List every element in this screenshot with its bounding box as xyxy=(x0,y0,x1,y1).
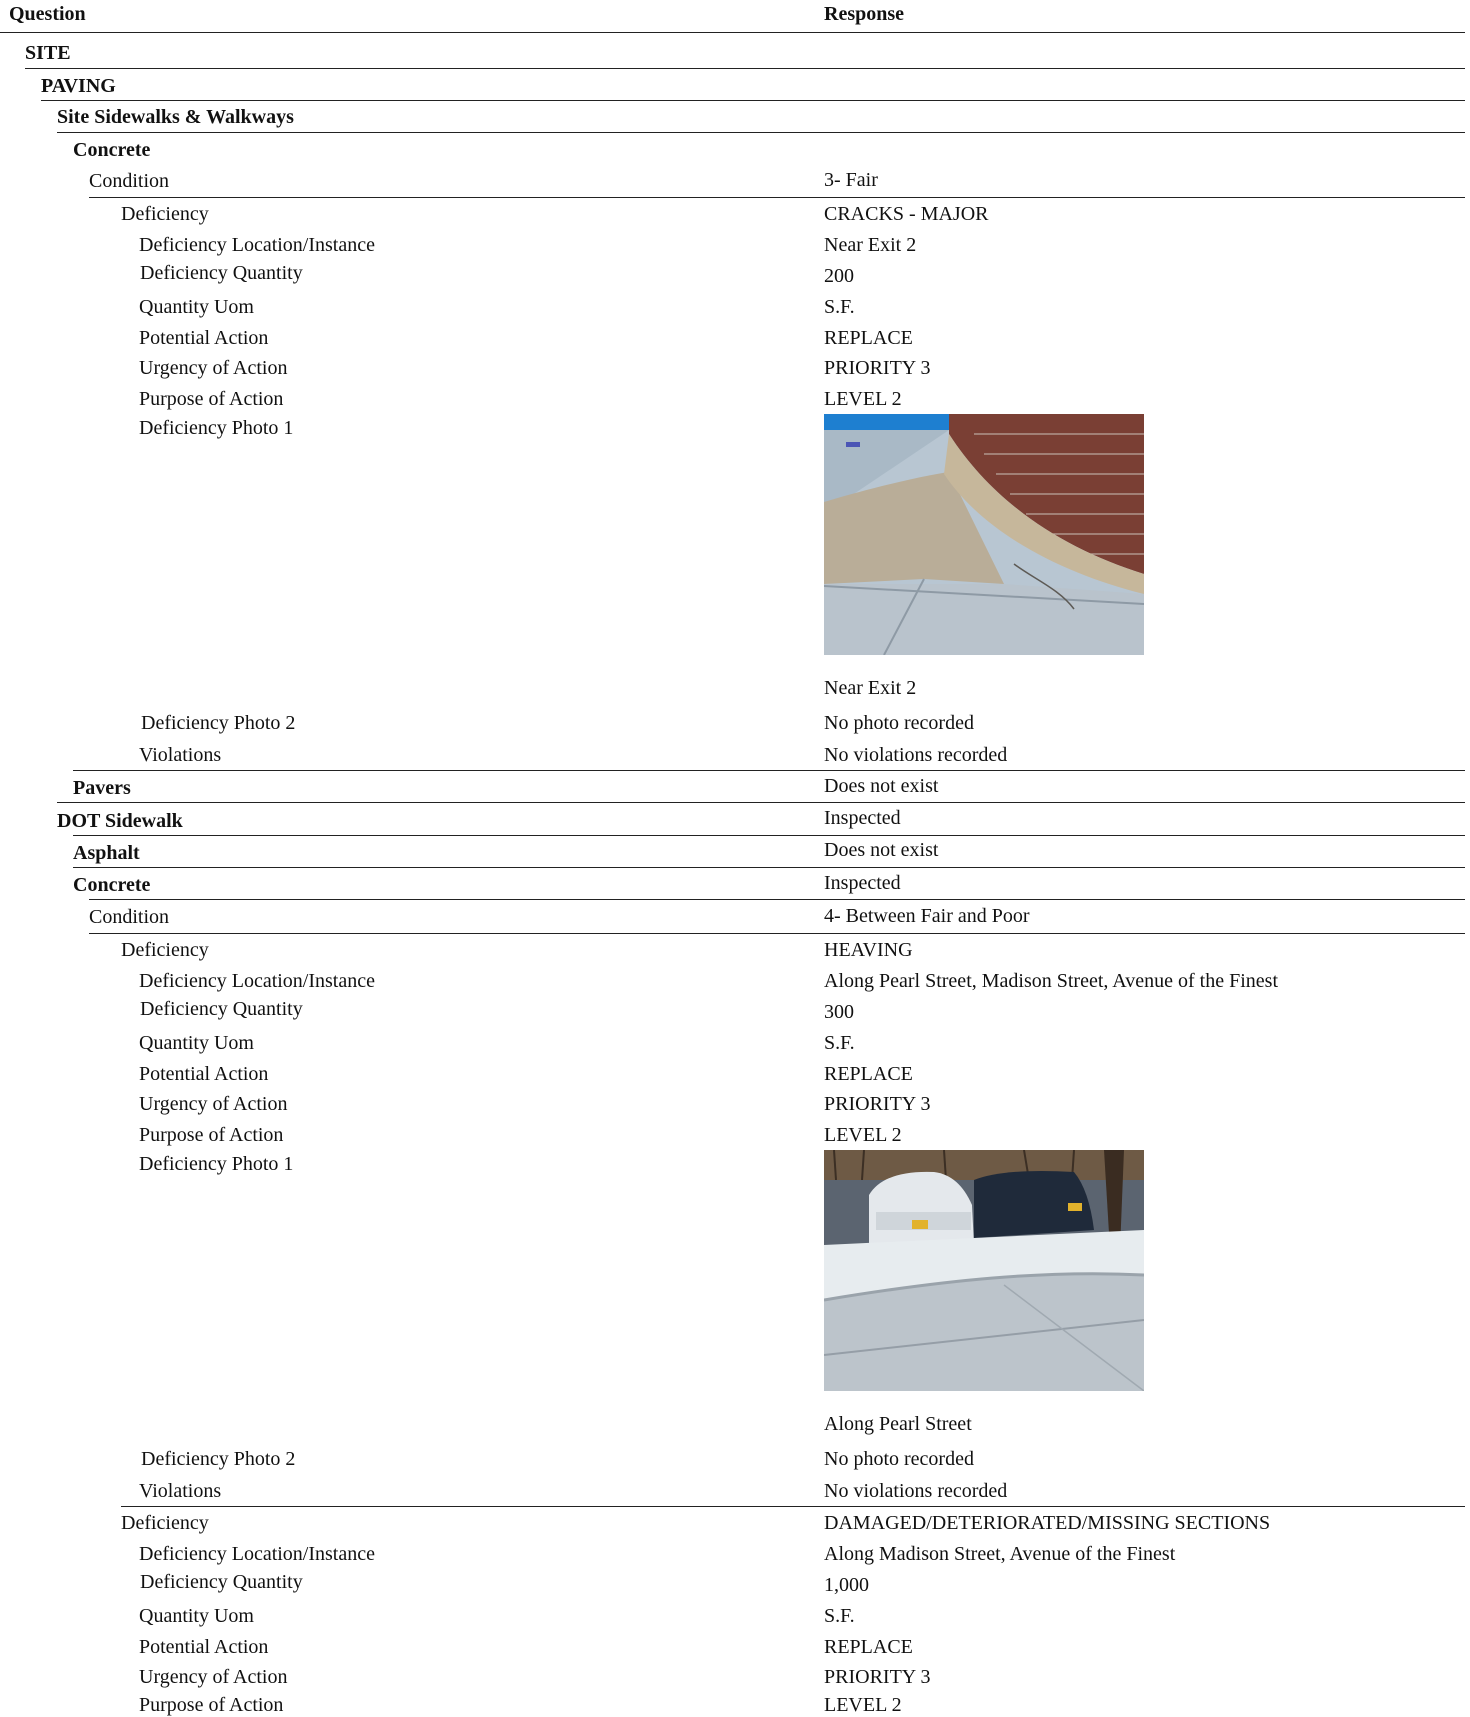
deficiency-value: CRACKS - MAJOR xyxy=(824,203,989,225)
section-paving: PAVING xyxy=(41,75,116,97)
urgency-value: PRIORITY 3 xyxy=(824,1093,931,1115)
deficiency-value: DAMAGED/DETERIORATED/MISSING SECTIONS xyxy=(824,1512,1271,1534)
action-value: REPLACE xyxy=(824,327,913,349)
location-value: Near Exit 2 xyxy=(824,234,917,256)
photo1-caption: Near Exit 2 xyxy=(824,677,917,699)
action-label: Potential Action xyxy=(139,1063,269,1085)
divider xyxy=(89,197,1465,198)
urgency-label: Urgency of Action xyxy=(139,1093,288,1115)
violations-label: Violations xyxy=(139,1480,222,1502)
deficiency-photo-heaving-sidewalk xyxy=(824,1150,1144,1391)
divider xyxy=(89,899,1465,900)
deficiency-photo-sidewalk-crack xyxy=(824,414,1144,655)
purpose-value: LEVEL 2 xyxy=(824,1694,902,1716)
divider xyxy=(25,68,1465,69)
urgency-value: PRIORITY 3 xyxy=(824,357,931,379)
pavers-value: Does not exist xyxy=(824,775,939,797)
condition-label: Condition xyxy=(89,170,170,192)
urgency-label: Urgency of Action xyxy=(139,1666,288,1688)
section-dot-sidewalk: DOT Sidewalk xyxy=(57,810,183,832)
divider xyxy=(73,867,1465,868)
table-header: Question Response xyxy=(0,0,1465,33)
purpose-label: Purpose of Action xyxy=(139,1694,284,1716)
divider xyxy=(57,132,1465,133)
action-label: Potential Action xyxy=(139,327,269,349)
photo1-label: Deficiency Photo 1 xyxy=(139,417,294,439)
location-label: Deficiency Location/Instance xyxy=(139,970,375,992)
section-site-sidewalks: Site Sidewalks & Walkways xyxy=(57,106,294,128)
question-column-header: Question xyxy=(9,3,86,25)
action-value: REPLACE xyxy=(824,1636,913,1658)
location-value: Along Pearl Street, Madison Street, Aven… xyxy=(824,970,1278,992)
photo2-value: No photo recorded xyxy=(824,712,974,734)
dot-sidewalk-value: Inspected xyxy=(824,807,901,829)
divider xyxy=(57,802,1465,803)
photo2-value: No photo recorded xyxy=(824,1448,974,1470)
violations-value: No violations recorded xyxy=(824,1480,1008,1502)
action-value: REPLACE xyxy=(824,1063,913,1085)
purpose-label: Purpose of Action xyxy=(139,1124,284,1146)
response-column-header: Response xyxy=(824,3,905,25)
concrete-value: Inspected xyxy=(824,872,901,894)
photo2-label: Deficiency Photo 2 xyxy=(141,712,296,734)
heaving-sidewalk-photo-illustration xyxy=(824,1150,1144,1391)
location-label: Deficiency Location/Instance xyxy=(139,1543,375,1565)
uom-label: Quantity Uom xyxy=(139,296,254,318)
uom-label: Quantity Uom xyxy=(139,1032,254,1054)
location-label: Deficiency Location/Instance xyxy=(139,234,375,256)
quantity-label: Deficiency Quantity xyxy=(140,1571,303,1593)
purpose-value: LEVEL 2 xyxy=(824,388,902,410)
asphalt-value: Does not exist xyxy=(824,839,939,861)
photo2-label: Deficiency Photo 2 xyxy=(141,1448,296,1470)
urgency-value: PRIORITY 3 xyxy=(824,1666,931,1688)
uom-value: S.F. xyxy=(824,296,855,318)
photo1-caption: Along Pearl Street xyxy=(824,1413,972,1435)
violations-value: No violations recorded xyxy=(824,744,1008,766)
purpose-label: Purpose of Action xyxy=(139,388,284,410)
violations-label: Violations xyxy=(139,744,222,766)
sidewalk-crack-photo-illustration xyxy=(824,414,1144,655)
location-value: Along Madison Street, Avenue of the Fine… xyxy=(824,1543,1176,1565)
condition-value: 4- Between Fair and Poor xyxy=(824,905,1030,927)
divider xyxy=(41,100,1465,101)
uom-value: S.F. xyxy=(824,1605,855,1627)
quantity-value: 1,000 xyxy=(824,1574,869,1596)
deficiency-label: Deficiency xyxy=(121,939,209,961)
section-asphalt: Asphalt xyxy=(73,842,140,864)
section-concrete: Concrete xyxy=(73,139,151,161)
quantity-label: Deficiency Quantity xyxy=(140,262,303,284)
photo1-label: Deficiency Photo 1 xyxy=(139,1153,294,1175)
deficiency-label: Deficiency xyxy=(121,203,209,225)
condition-label: Condition xyxy=(89,906,170,928)
quantity-value: 200 xyxy=(824,265,854,287)
section-concrete: Concrete xyxy=(73,874,151,896)
action-label: Potential Action xyxy=(139,1636,269,1658)
quantity-value: 300 xyxy=(824,1001,854,1023)
uom-label: Quantity Uom xyxy=(139,1605,254,1627)
divider xyxy=(121,1506,1465,1507)
section-site: SITE xyxy=(25,42,71,64)
divider xyxy=(73,770,1465,771)
condition-value: 3- Fair xyxy=(824,169,878,191)
divider xyxy=(89,933,1465,934)
uom-value: S.F. xyxy=(824,1032,855,1054)
deficiency-label: Deficiency xyxy=(121,1512,209,1534)
divider xyxy=(73,835,1465,836)
purpose-value: LEVEL 2 xyxy=(824,1124,902,1146)
quantity-label: Deficiency Quantity xyxy=(140,998,303,1020)
urgency-label: Urgency of Action xyxy=(139,357,288,379)
deficiency-value: HEAVING xyxy=(824,939,913,961)
section-pavers: Pavers xyxy=(73,777,131,799)
